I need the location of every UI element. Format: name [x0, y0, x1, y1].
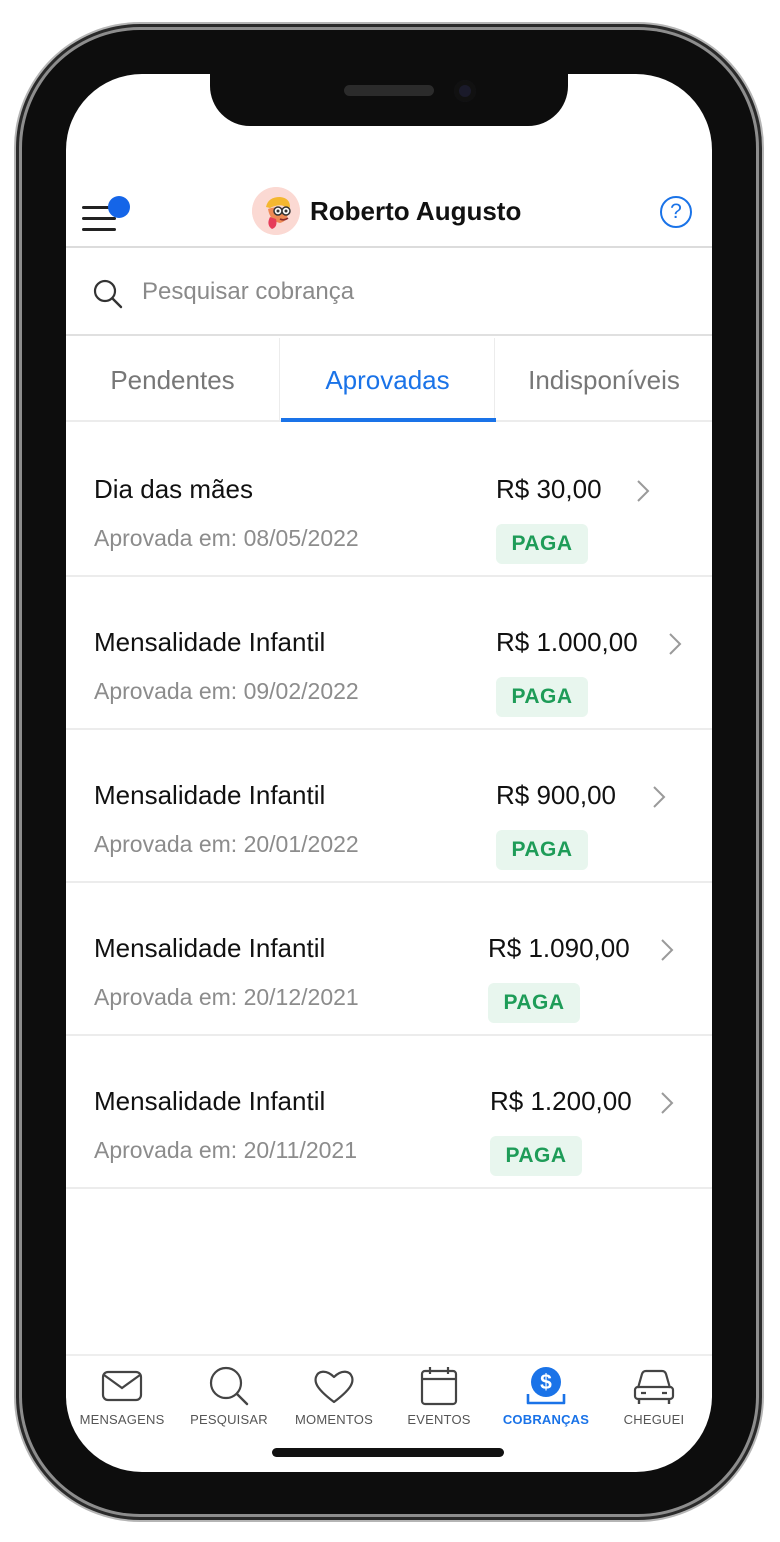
- tab-aprovadas[interactable]: Aprovadas: [281, 338, 495, 422]
- nav-label: MENSAGENS: [79, 1412, 165, 1427]
- status-badge: PAGA: [496, 830, 588, 870]
- help-button[interactable]: ?: [660, 196, 692, 228]
- search-icon: [93, 279, 123, 309]
- device-notch: [210, 74, 568, 126]
- status-badge: PAGA: [496, 677, 588, 717]
- app-header: Roberto Augusto ?: [66, 174, 712, 248]
- charge-title: Mensalidade Infantil: [94, 1086, 326, 1116]
- charge-title: Mensalidade Infantil: [94, 933, 326, 963]
- tab-indisponiveis[interactable]: Indisponíveis: [496, 338, 712, 422]
- home-indicator: [272, 1448, 504, 1457]
- list-item[interactable]: Mensalidade Infantil Aprovada em: 20/01/…: [66, 730, 712, 883]
- car-icon: [633, 1369, 675, 1404]
- active-tab-indicator: [281, 418, 496, 422]
- status-badge: PAGA: [496, 524, 588, 564]
- calendar-icon: [420, 1367, 458, 1406]
- nav-pesquisar[interactable]: PESQUISAR: [175, 1362, 283, 1442]
- menu-icon-line: [82, 217, 116, 220]
- charge-title: Dia das mães: [94, 474, 253, 504]
- user-name: Roberto Augusto: [310, 195, 522, 226]
- nav-label: COBRANÇAS: [502, 1412, 590, 1427]
- list-item[interactable]: Mensalidade Infantil Aprovada em: 20/11/…: [66, 1036, 712, 1189]
- status-tabs: Pendentes Aprovadas Indisponíveis: [66, 338, 712, 422]
- bottom-navigation: MENSAGENS PESQUISAR MOMENTOS EVENTOS $ C…: [66, 1354, 712, 1472]
- avatar: [252, 187, 300, 235]
- chevron-right-icon: [637, 480, 650, 502]
- charge-amount: R$ 1.090,00: [488, 933, 630, 963]
- menu-icon-line: [82, 228, 116, 231]
- nav-eventos[interactable]: EVENTOS: [385, 1362, 493, 1442]
- status-badge: PAGA: [488, 983, 580, 1023]
- front-camera: [454, 80, 476, 102]
- nav-label: MOMENTOS: [295, 1412, 373, 1427]
- user-profile[interactable]: Roberto Augusto: [252, 187, 521, 235]
- charge-title: Mensalidade Infantil: [94, 627, 326, 657]
- charge-approval-date: Aprovada em: 08/05/2022: [94, 525, 359, 551]
- charge-approval-date: Aprovada em: 20/12/2021: [94, 984, 359, 1010]
- avatar-illustration-icon: [252, 187, 300, 235]
- chevron-right-icon: [669, 633, 682, 655]
- charge-amount: R$ 900,00: [496, 780, 616, 810]
- nav-cobrancas[interactable]: $ COBRANÇAS: [492, 1362, 600, 1442]
- search-input[interactable]: [142, 270, 682, 314]
- chevron-right-icon: [653, 786, 666, 808]
- list-item[interactable]: Dia das mães Aprovada em: 08/05/2022 R$ …: [66, 424, 712, 577]
- charge-approval-date: Aprovada em: 09/02/2022: [94, 678, 359, 704]
- envelope-icon: [101, 1370, 143, 1402]
- notification-dot: [108, 196, 130, 218]
- charge-amount: R$ 1.000,00: [496, 627, 638, 657]
- status-badge: PAGA: [490, 1136, 582, 1176]
- charges-list: Dia das mães Aprovada em: 08/05/2022 R$ …: [66, 424, 712, 1189]
- notch-speaker: [344, 85, 434, 96]
- charge-amount: R$ 1.200,00: [490, 1086, 632, 1116]
- charge-approval-date: Aprovada em: 20/01/2022: [94, 831, 359, 857]
- nav-cheguei[interactable]: CHEGUEI: [600, 1362, 708, 1442]
- app-screen: Roberto Augusto ? Pendentes Aprovadas In…: [66, 74, 712, 1472]
- tab-pendentes[interactable]: Pendentes: [66, 338, 280, 422]
- nav-mensagens[interactable]: MENSAGENS: [68, 1362, 176, 1442]
- dollar-icon: $: [526, 1367, 566, 1405]
- nav-momentos[interactable]: MOMENTOS: [280, 1362, 388, 1442]
- charge-approval-date: Aprovada em: 20/11/2021: [94, 1137, 357, 1163]
- nav-label: PESQUISAR: [190, 1412, 268, 1427]
- search-icon: [209, 1366, 249, 1406]
- heart-icon: [314, 1370, 354, 1404]
- chevron-right-icon: [661, 1092, 674, 1114]
- charge-title: Mensalidade Infantil: [94, 780, 326, 810]
- menu-button[interactable]: [82, 196, 134, 236]
- nav-label: EVENTOS: [407, 1412, 471, 1427]
- list-item[interactable]: Mensalidade Infantil Aprovada em: 09/02/…: [66, 577, 712, 730]
- charge-amount: R$ 30,00: [496, 474, 602, 504]
- svg-text:$: $: [540, 1371, 552, 1394]
- nav-label: CHEGUEI: [623, 1412, 685, 1427]
- chevron-right-icon: [661, 939, 674, 961]
- list-item[interactable]: Mensalidade Infantil Aprovada em: 20/12/…: [66, 883, 712, 1036]
- search-bar: [66, 250, 712, 336]
